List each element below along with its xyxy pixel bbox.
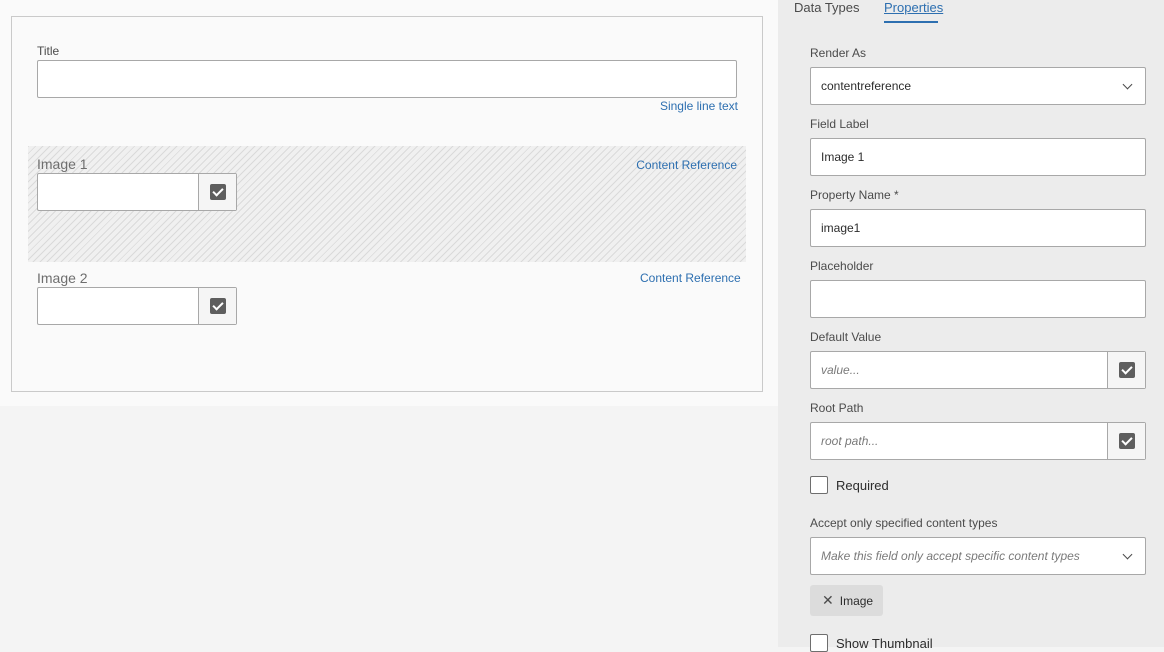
show-thumbnail-label: Show Thumbnail — [836, 635, 933, 651]
image2-field-type: Content Reference — [640, 271, 741, 285]
tab-active-indicator — [884, 21, 938, 23]
image1-field-selected[interactable]: Image 1 Content Reference — [28, 146, 746, 262]
title-field-type: Single line text — [659, 99, 738, 113]
check-icon — [1118, 362, 1135, 378]
render-as-select[interactable]: contentreference — [810, 67, 1146, 105]
accept-types-label: Accept only specified content types — [810, 516, 998, 530]
root-path-placeholder: root path... — [821, 434, 879, 448]
check-icon — [209, 298, 226, 314]
property-name-label: Property Name * — [810, 188, 899, 202]
chevron-down-icon — [1122, 79, 1133, 90]
field-label-label: Field Label — [810, 117, 869, 131]
default-value-placeholder: value... — [821, 363, 860, 377]
show-thumbnail-checkbox[interactable] — [810, 634, 828, 652]
title-field-label: Title — [37, 44, 60, 58]
placeholder-label: Placeholder — [810, 259, 874, 273]
show-thumbnail-checkbox-row[interactable]: Show Thumbnail — [810, 634, 933, 652]
image1-field-type: Content Reference — [636, 158, 737, 172]
image2-picker-button[interactable] — [198, 288, 236, 324]
root-path-picker-button[interactable] — [1107, 423, 1145, 459]
tab-data-types[interactable]: Data Types — [794, 0, 860, 15]
property-name-input[interactable]: image1 — [810, 209, 1146, 247]
properties-panel: Data Types Properties Render As contentr… — [778, 0, 1164, 652]
field-label-input[interactable]: Image 1 — [810, 138, 1146, 176]
check-icon — [1118, 433, 1135, 449]
image2-field-preview[interactable] — [37, 287, 237, 325]
tab-properties[interactable]: Properties — [884, 0, 943, 15]
model-editor-canvas: Title Single line text Image 1 Content R… — [0, 0, 778, 647]
accept-types-placeholder: Make this field only accept specific con… — [821, 549, 1080, 563]
property-name-value: image1 — [821, 221, 861, 235]
default-value-picker-button[interactable] — [1107, 352, 1145, 388]
field-label-value: Image 1 — [821, 150, 865, 164]
close-icon[interactable]: ✕ — [822, 592, 834, 609]
content-type-tag: ✕ Image — [810, 585, 884, 616]
default-value-input[interactable]: value... — [810, 351, 1146, 389]
chevron-down-icon — [1122, 549, 1133, 560]
accept-types-select[interactable]: Make this field only accept specific con… — [810, 537, 1146, 575]
title-field-preview[interactable] — [37, 60, 737, 98]
placeholder-input[interactable] — [810, 280, 1146, 318]
root-path-label: Root Path — [810, 401, 864, 415]
required-label: Required — [836, 477, 889, 493]
content-type-tag-label: Image — [839, 593, 874, 608]
check-icon — [209, 184, 226, 200]
default-value-label: Default Value — [810, 330, 882, 344]
required-checkbox[interactable] — [810, 476, 828, 494]
render-as-value: contentreference — [821, 79, 912, 93]
root-path-input[interactable]: root path... — [810, 422, 1146, 460]
image1-field-preview[interactable] — [37, 173, 237, 211]
image1-field-label: Image 1 — [37, 156, 88, 172]
image1-picker-button[interactable] — [198, 174, 236, 210]
render-as-label: Render As — [810, 46, 867, 60]
required-checkbox-row[interactable]: Required — [810, 476, 889, 494]
image2-field-label: Image 2 — [37, 270, 88, 286]
